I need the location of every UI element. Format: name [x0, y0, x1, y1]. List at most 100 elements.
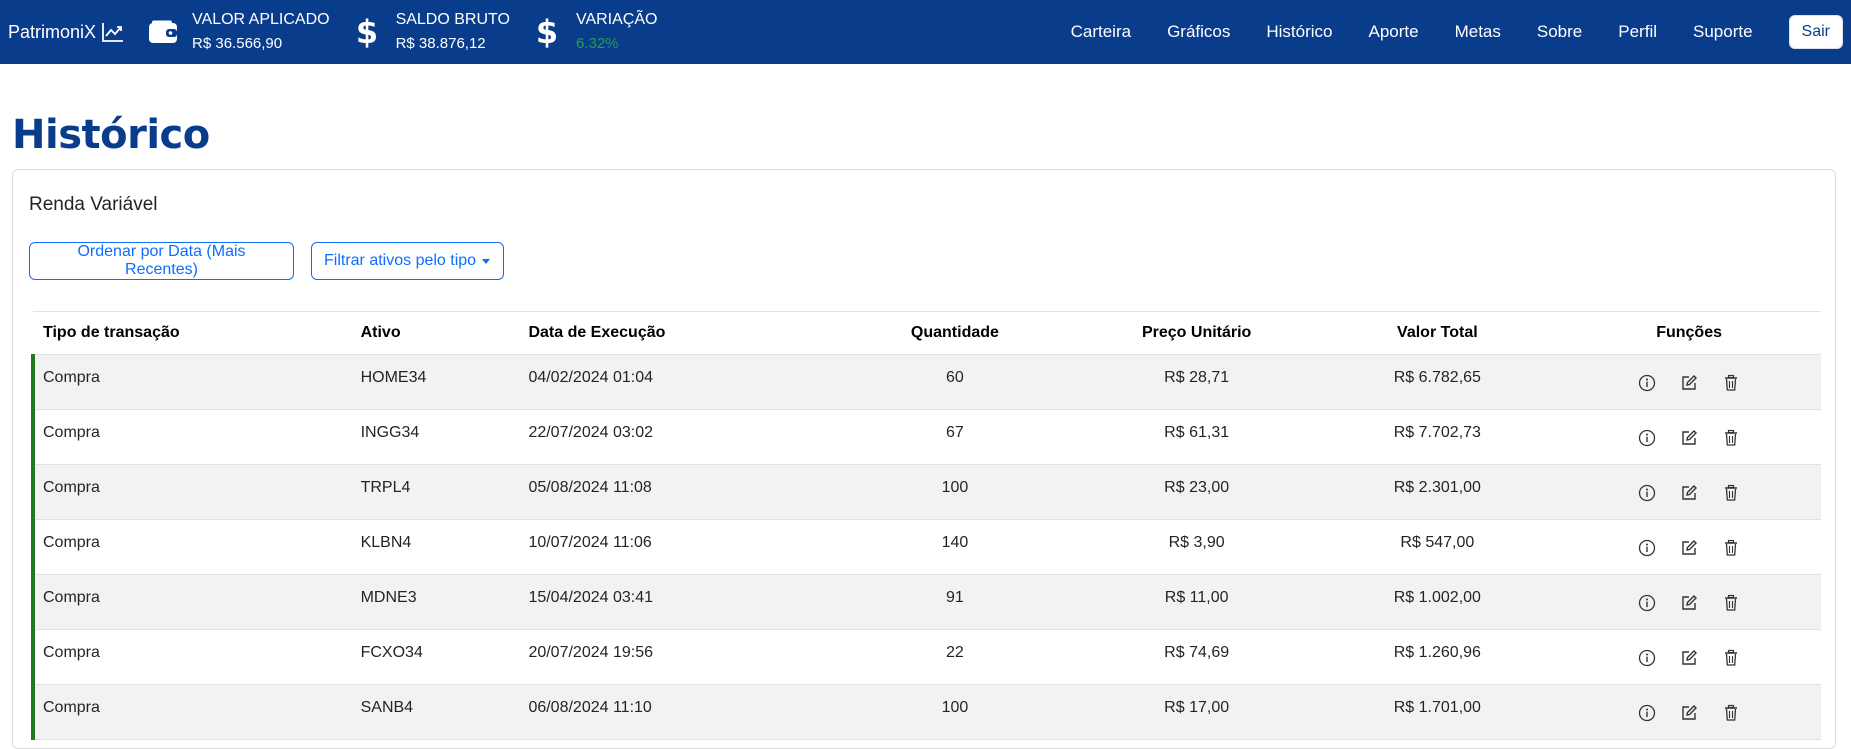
stat-value: R$ 38.876,12: [395, 35, 486, 52]
table-row[interactable]: Compra TRPL4 05/08/2024 11:08 100 R$ 23,…: [31, 464, 1821, 520]
column-header-total[interactable]: Valor Total: [1318, 312, 1558, 355]
column-header-preco[interactable]: Preço Unitário: [1076, 312, 1318, 355]
cell-data: 22/07/2024 03:02: [528, 424, 653, 441]
order-button-label: Ordenar por Data (Mais Recentes): [77, 243, 246, 278]
nav-historico[interactable]: Histórico: [1266, 22, 1332, 42]
stat-label: SALDO BRUTO: [395, 11, 510, 28]
svg-text:$: $: [537, 15, 557, 49]
trash-icon[interactable]: [1721, 593, 1741, 613]
cell-preco: R$ 23,00: [1164, 479, 1230, 496]
nav-perfil[interactable]: Perfil: [1618, 22, 1657, 42]
cell-preco: R$ 17,00: [1164, 699, 1230, 716]
row-actions: [1567, 424, 1811, 448]
transactions-table: Tipo de transação Ativo Data de Execução…: [31, 311, 1821, 740]
table-row[interactable]: Compra MDNE3 15/04/2024 03:41 91 R$ 11,0…: [31, 574, 1821, 630]
trash-icon[interactable]: [1721, 648, 1741, 668]
row-actions: [1567, 479, 1811, 503]
cell-preco: R$ 28,71: [1164, 369, 1230, 386]
stat-variacao: $ VARIAÇÃO 6.32%: [530, 8, 658, 56]
cell-ativo: INGG34: [360, 424, 420, 441]
edit-icon[interactable]: [1679, 428, 1699, 448]
cell-tipo: Compra: [31, 684, 351, 740]
cell-tipo: Compra: [31, 574, 351, 630]
table-row[interactable]: Compra KLBN4 10/07/2024 11:06 140 R$ 3,9…: [31, 519, 1821, 575]
cell-quantidade: 100: [941, 699, 969, 716]
nav-graficos[interactable]: Gráficos: [1167, 22, 1230, 42]
table-row[interactable]: Compra INGG34 22/07/2024 03:02 67 R$ 61,…: [31, 409, 1821, 465]
column-header-ativo[interactable]: Ativo: [351, 312, 519, 355]
nav-metas[interactable]: Metas: [1455, 22, 1501, 42]
logout-button[interactable]: Sair: [1788, 15, 1843, 49]
column-header-tipo[interactable]: Tipo de transação: [33, 312, 351, 355]
table-row[interactable]: Compra FCXO34 20/07/2024 19:56 22 R$ 74,…: [31, 629, 1821, 685]
table-row[interactable]: Compra SANB4 06/08/2024 11:10 100 R$ 17,…: [31, 684, 1821, 740]
info-icon[interactable]: [1637, 703, 1657, 723]
stat-valor-aplicado: VALOR APLICADO R$ 36.566,90: [146, 8, 330, 56]
wallet-icon: [146, 20, 180, 44]
column-header-quantidade[interactable]: Quantidade: [834, 312, 1076, 355]
cell-ativo: MDNE3: [360, 589, 417, 606]
order-by-date-button[interactable]: Ordenar por Data (Mais Recentes): [29, 242, 294, 280]
cell-ativo: KLBN4: [360, 534, 412, 551]
cell-tipo: Compra: [31, 629, 351, 685]
row-actions: [1567, 589, 1811, 613]
cell-data: 15/04/2024 03:41: [528, 589, 653, 606]
stat-label: VALOR APLICADO: [192, 11, 330, 28]
edit-icon[interactable]: [1679, 373, 1699, 393]
svg-text:$: $: [357, 15, 377, 49]
table-row[interactable]: Compra HOME34 04/02/2024 01:04 60 R$ 28,…: [31, 354, 1821, 410]
nav-links: Carteira Gráficos Histórico Aporte Metas…: [1035, 15, 1843, 49]
cell-total: R$ 1.002,00: [1393, 589, 1481, 606]
column-header-data[interactable]: Data de Execução: [518, 312, 834, 355]
edit-icon[interactable]: [1679, 483, 1699, 503]
nav-sobre[interactable]: Sobre: [1537, 22, 1582, 42]
row-actions: [1567, 644, 1811, 668]
edit-icon[interactable]: [1679, 538, 1699, 558]
dollar-icon: $: [530, 15, 564, 49]
row-actions: [1567, 699, 1811, 723]
filter-button-label: Filtrar ativos pelo tipo: [324, 252, 477, 269]
cell-funcoes: [1557, 630, 1821, 685]
brand[interactable]: PatrimoniX: [8, 22, 124, 43]
info-icon[interactable]: [1637, 538, 1657, 558]
cell-quantidade: 60: [946, 369, 964, 386]
cell-data: 06/08/2024 11:10: [528, 699, 652, 716]
nav-carteira[interactable]: Carteira: [1071, 22, 1131, 42]
cell-preco: R$ 11,00: [1164, 589, 1229, 606]
cell-ativo: HOME34: [360, 369, 427, 386]
cell-total: R$ 1.701,00: [1393, 699, 1481, 716]
edit-icon[interactable]: [1679, 593, 1699, 613]
info-icon[interactable]: [1637, 373, 1657, 393]
table-header-row: Tipo de transação Ativo Data de Execução…: [33, 311, 1821, 355]
info-icon[interactable]: [1637, 483, 1657, 503]
cell-preco: R$ 74,69: [1164, 644, 1230, 661]
info-icon[interactable]: [1637, 428, 1657, 448]
cell-tipo: Compra: [31, 464, 351, 520]
cell-tipo: Compra: [31, 519, 351, 575]
cell-ativo: TRPL4: [360, 479, 411, 496]
stat-label: VARIAÇÃO: [575, 11, 658, 28]
cell-tipo: Compra: [31, 354, 351, 410]
cell-quantidade: 67: [946, 424, 964, 441]
dollar-icon: $: [350, 15, 384, 49]
brand-name: PatrimoniX: [8, 21, 97, 42]
trash-icon[interactable]: [1721, 703, 1741, 723]
caret-down-icon: [482, 258, 491, 264]
trash-icon[interactable]: [1721, 483, 1741, 503]
info-icon[interactable]: [1637, 593, 1657, 613]
row-actions: [1567, 369, 1811, 393]
cell-funcoes: [1557, 575, 1821, 630]
cell-total: R$ 6.782,65: [1393, 369, 1481, 386]
nav-aporte[interactable]: Aporte: [1369, 22, 1419, 42]
trash-icon[interactable]: [1721, 538, 1741, 558]
info-icon[interactable]: [1637, 648, 1657, 668]
cell-funcoes: [1557, 355, 1821, 410]
nav-suporte[interactable]: Suporte: [1693, 22, 1753, 42]
trash-icon[interactable]: [1721, 373, 1741, 393]
cell-total: R$ 7.702,73: [1393, 424, 1481, 441]
cell-data: 20/07/2024 19:56: [528, 644, 653, 661]
filter-asset-type-dropdown[interactable]: Filtrar ativos pelo tipo: [311, 242, 504, 280]
edit-icon[interactable]: [1679, 703, 1699, 723]
edit-icon[interactable]: [1679, 648, 1699, 668]
trash-icon[interactable]: [1721, 428, 1741, 448]
